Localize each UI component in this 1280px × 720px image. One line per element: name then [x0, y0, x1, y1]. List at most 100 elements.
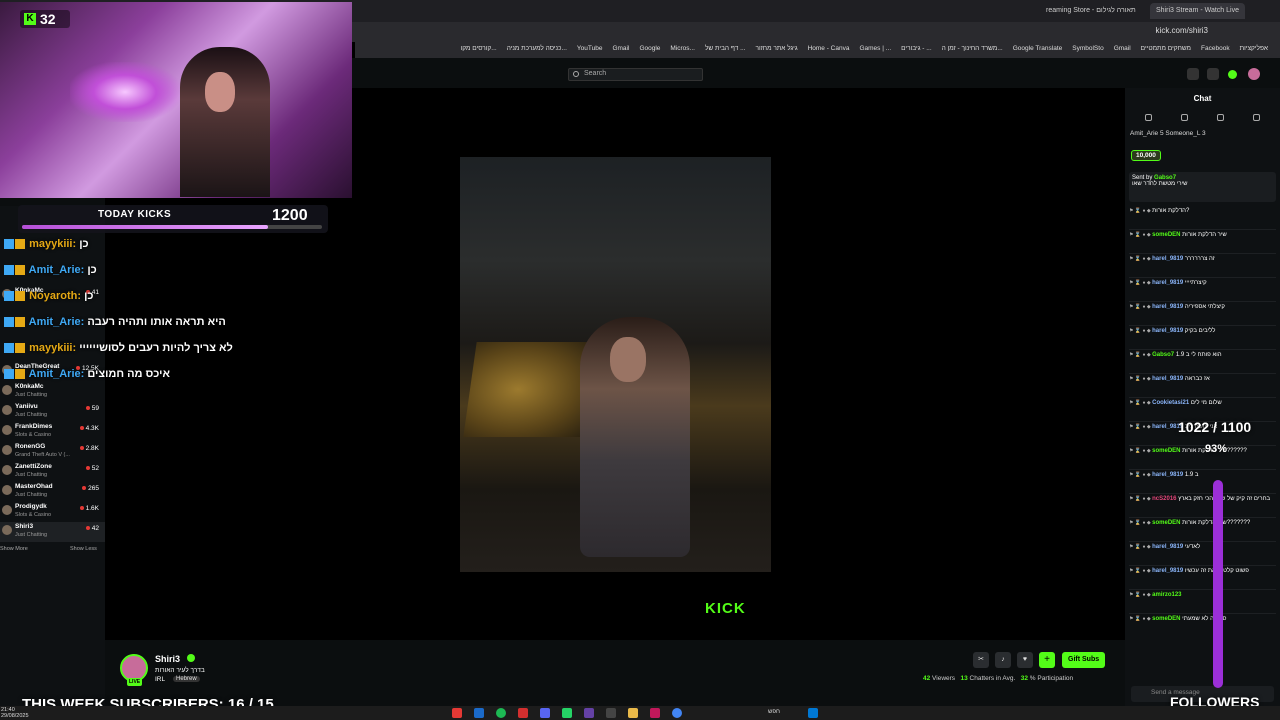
notification-bell-icon[interactable]: ♪	[995, 652, 1011, 668]
whatsapp-icon[interactable]	[562, 708, 572, 718]
pin-icon[interactable]	[1145, 114, 1152, 121]
avatar	[2, 505, 12, 515]
chat-username[interactable]: harel_9819	[1152, 376, 1183, 382]
bookmark[interactable]: Micros...	[670, 45, 695, 55]
chat-message[interactable]: ⚑ ⌛ ● ◆ ncS2016 בחרים זה קיק של שירי הכי…	[1129, 494, 1276, 518]
sidebar-item-masterohad[interactable]: MasterOhad Just Chatting 265	[0, 482, 105, 502]
taskbar-search[interactable]: חפש	[768, 709, 780, 715]
timer-icon[interactable]	[1253, 114, 1260, 121]
follow-button[interactable]: +	[1039, 652, 1055, 668]
bookmark[interactable]: Google	[639, 45, 660, 55]
bookmark[interactable]: גיגל אתר מחזור	[756, 45, 798, 55]
heart-icon[interactable]: ♥	[1017, 652, 1033, 668]
chat-message[interactable]: ⚑ ⌛ ● ◆ harel_9819 קיצרתיייי	[1129, 278, 1276, 302]
chat-username[interactable]: someDEN	[1152, 520, 1180, 526]
chat-username[interactable]: amirzo123	[1152, 592, 1181, 598]
chrome-icon[interactable]	[672, 708, 682, 718]
bookmark[interactable]: משרד החינוך - זמן ה...	[942, 45, 1003, 55]
twitch-icon[interactable]	[584, 708, 594, 718]
chat-username[interactable]: harel_9819	[1152, 328, 1183, 334]
chat-username[interactable]: someDEN	[1152, 448, 1180, 454]
chat-bubble-icon[interactable]	[1217, 114, 1224, 121]
overlay-chat-line: Amit_Arie: היא תראה אותו ותהיה רעבה	[4, 316, 304, 342]
chat-message[interactable]: ⚑ ⌛ ● ◆ harel_9819 זה צרררררר	[1129, 254, 1276, 278]
sidebar-item-frankdimes[interactable]: FrankDimes Slots & Casino 4.3K	[0, 422, 105, 442]
layout-icon[interactable]	[1207, 68, 1219, 80]
trash-icon[interactable]	[1181, 114, 1188, 121]
steam-icon[interactable]	[474, 708, 484, 718]
chat-message[interactable]: ⚑ ⌛ ● ◆ someDEN שיר הדלקת אורות???????	[1129, 518, 1276, 542]
theater-mode-icon[interactable]	[1187, 68, 1199, 80]
language-tag[interactable]: Hebrew	[173, 676, 200, 682]
chat-message[interactable]: ⚑ ⌛ ● ◆ someDEN שיר הדלקת אורות??????	[1129, 446, 1276, 470]
bookmark[interactable]: קורסים מקו...	[461, 45, 497, 55]
kick-logo: KICK	[705, 600, 746, 617]
app-icon[interactable]	[606, 708, 616, 718]
show-less-link[interactable]: Show Less	[70, 546, 97, 552]
kicks-goal-badge[interactable]: 10,000	[1131, 150, 1161, 161]
chat-username[interactable]: ncS2016	[1152, 496, 1176, 502]
app-icon[interactable]	[452, 708, 462, 718]
bookmark[interactable]: Home - Canva	[808, 45, 850, 55]
app-icon[interactable]	[650, 708, 660, 718]
badge-icons: ⚑ ⌛ ● ◆	[1129, 256, 1153, 262]
stream-video	[460, 157, 771, 572]
bookmark[interactable]: Google Translate	[1013, 45, 1063, 55]
windows-start-icon[interactable]	[808, 708, 818, 718]
chat-username[interactable]: harel_9819	[1152, 280, 1183, 286]
sidebar-item-shiri3[interactable]: Shiri3 Just Chatting 42	[0, 522, 105, 542]
chat-username[interactable]: harel_9819	[1152, 472, 1183, 478]
bookmark[interactable]: YouTube	[577, 45, 603, 55]
chat-message[interactable]: ⚑ ⌛ ● ◆ הדלקת אורות?	[1129, 206, 1276, 230]
bookmark[interactable]: Gmail	[612, 45, 629, 55]
stream-category[interactable]: IRL	[155, 676, 165, 683]
top-gifters: Amit_Arie 5 Someone_L 3	[1130, 130, 1206, 137]
chat-username[interactable]: Cookietasi21	[1152, 400, 1189, 406]
chat-message[interactable]: ⚑ ⌛ ● ◆ Gabso7 הוא פותח לי ב 1.9	[1129, 350, 1276, 374]
clip-button[interactable]: ✂	[973, 652, 989, 668]
discord-icon[interactable]	[540, 708, 550, 718]
bookmark[interactable]: SymbolSto	[1072, 45, 1103, 55]
sidebar-item-zanettizone[interactable]: ZanettiZone Just Chatting 52	[0, 462, 105, 482]
show-more-link[interactable]: Show More	[0, 546, 28, 552]
sidebar-item-ronengg[interactable]: RonenGG Grand Theft Auto V (... 2.8K	[0, 442, 105, 462]
bookmark[interactable]: כניסה למערכת מניה...	[507, 45, 567, 55]
bookmark[interactable]: גיבורים - ...	[901, 45, 932, 55]
chat-message[interactable]: ⚑ ⌛ ● ◆ harel_9819 לאדעי	[1129, 542, 1276, 566]
chat-message[interactable]: ⚑ ⌛ ● ◆ harel_9819 אז כבראה	[1129, 374, 1276, 398]
chat-message[interactable]: ⚑ ⌛ ● ◆ harel_9819 פשוט קלטתי את זה עכשי…	[1129, 566, 1276, 590]
chat-username[interactable]: harel_9819	[1152, 568, 1183, 574]
sidebar-item-yaniivu[interactable]: Yaniivu Just Chatting 59	[0, 402, 105, 422]
chat-message[interactable]: ⚑ ⌛ ● ◆ harel_9819 קיצלתי אספיריה	[1129, 302, 1276, 326]
sidebar-item-prodigydk[interactable]: Prodigydk Slots & Casino 1.6K	[0, 502, 105, 522]
url-field[interactable]: kick.com/shiri3	[1156, 26, 1208, 35]
bookmark[interactable]: Games | ...	[859, 45, 891, 55]
chat-message[interactable]: ⚑ ⌛ ● ◆ harel_9819 לליבים בקיק	[1129, 326, 1276, 350]
chat-username[interactable]: someDEN	[1152, 616, 1180, 622]
chat-username[interactable]: harel_9819	[1152, 256, 1183, 262]
chat-message[interactable]: ⚑ ⌛ ● ◆ amirzo123	[1129, 590, 1276, 614]
tab-shiri3-stream[interactable]: Shiri3 Stream - Watch Live	[1150, 3, 1245, 19]
chat-username[interactable]: Gabso7	[1152, 352, 1174, 358]
chat-message[interactable]: ⚑ ⌛ ● ◆ someDEN שיר הדלקת אורות	[1129, 230, 1276, 254]
gift-subs-button[interactable]: Gift Subs	[1062, 652, 1106, 668]
channel-name[interactable]: Shiri3	[155, 654, 180, 664]
chat-username[interactable]: harel_9819	[1152, 544, 1183, 550]
sidebar-item-name: FrankDimes	[15, 423, 53, 430]
bookmark[interactable]: דף הבית של ...	[705, 45, 746, 55]
chat-message[interactable]: ⚑ ⌛ ● ◆ someDEN סליחה לא שמעתי	[1129, 614, 1276, 636]
bookmark[interactable]: Facebook	[1201, 45, 1230, 55]
bookmark[interactable]: Gmail	[1114, 45, 1131, 55]
chat-username[interactable]: harel_9819	[1152, 304, 1183, 310]
app-icon[interactable]	[518, 708, 528, 718]
avatar[interactable]	[1248, 68, 1260, 80]
bookmark[interactable]: משחקים מתמטיים	[1141, 45, 1191, 55]
spotify-icon[interactable]	[496, 708, 506, 718]
bookmark[interactable]: אפליקציות	[1240, 45, 1268, 55]
status-icon[interactable]	[1228, 70, 1237, 79]
chat-message[interactable]: ⚑ ⌛ ● ◆ harel_9819 1.9 ב	[1129, 470, 1276, 494]
tab-lighting[interactable]: reaming Store - תאורה לגילום	[1040, 3, 1142, 19]
folder-icon[interactable]	[628, 708, 638, 718]
search-input[interactable]: Search	[568, 68, 703, 81]
chat-username[interactable]: someDEN	[1152, 232, 1180, 238]
